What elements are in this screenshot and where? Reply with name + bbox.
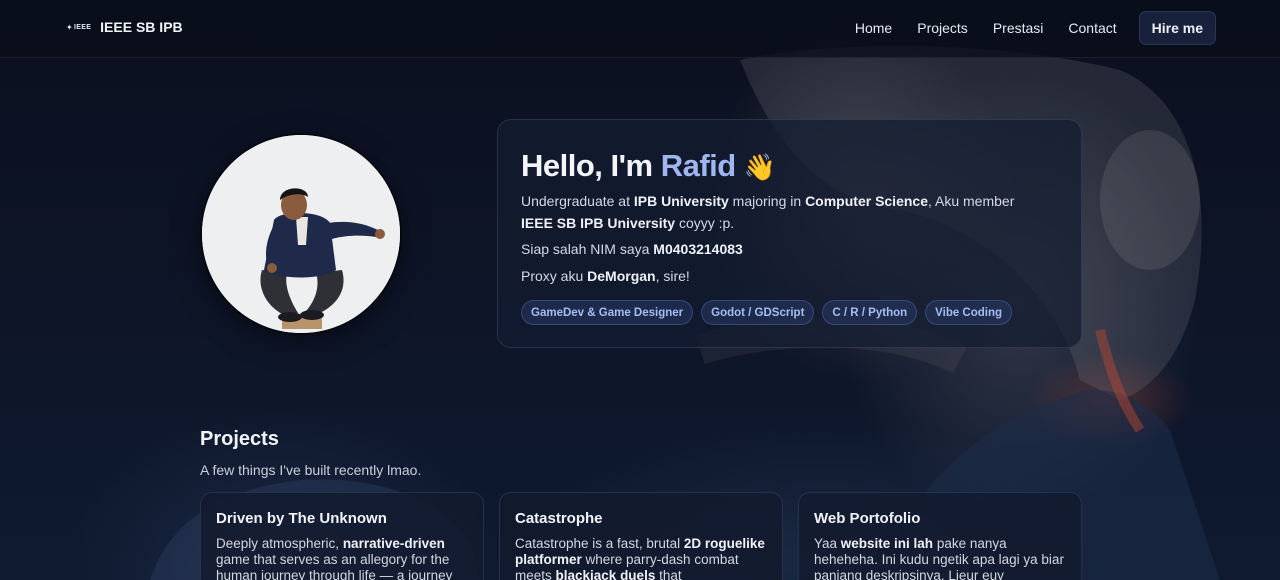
project-description: Yaa website ini lah pake nanya heheheha.… xyxy=(814,536,1064,580)
project-card-catastrophe[interactable]: Catastrophe Catastrophe is a fast, bruta… xyxy=(499,492,783,580)
project-title: Catastrophe xyxy=(515,510,603,527)
tag-languages: C / R / Python xyxy=(822,300,918,325)
nav-projects-link[interactable]: Projects xyxy=(917,11,968,45)
projects-heading: Projects xyxy=(200,428,279,450)
nav-contact-link[interactable]: Contact xyxy=(1068,11,1116,45)
brand[interactable]: ✦ IEEE IEEE SB IPB xyxy=(66,19,183,35)
greeting-heading: Hello, I'm Rafid 👋 xyxy=(521,148,776,183)
project-card-driven-by-the-unknown[interactable]: Driven by The Unknown Deeply atmospheric… xyxy=(200,492,484,580)
intro-paragraph-nim: Siap salah NIM saya M0403214083 xyxy=(521,241,743,257)
hire-me-button[interactable]: Hire me xyxy=(1138,11,1216,45)
tag-godot: Godot / GDScript xyxy=(701,300,815,325)
intro-card: Hello, I'm Rafid 👋 Undergraduate at IPB U… xyxy=(497,119,1082,348)
skill-tags: GameDev & Game Designer Godot / GDScript… xyxy=(521,300,1058,325)
brand-name: IEEE SB IPB xyxy=(100,19,183,35)
project-card-web-portofolio[interactable]: Web Portofolio Yaa website ini lah pake … xyxy=(798,492,1082,580)
project-description: Catastrophe is a fast, brutal 2D rogueli… xyxy=(515,536,765,580)
project-title: Web Portofolio xyxy=(814,510,921,527)
tag-gamedev: GameDev & Game Designer xyxy=(521,300,694,325)
projects-subtitle: A few things I've built recently lmao. xyxy=(200,462,422,478)
nav-home-link[interactable]: Home xyxy=(855,11,892,45)
project-title: Driven by The Unknown xyxy=(216,510,387,527)
intro-paragraph-study: Undergraduate at IPB University majoring… xyxy=(521,193,1015,231)
project-description: Deeply atmospheric, narrative-driven gam… xyxy=(216,536,453,580)
waving-hand-icon: 👋 xyxy=(743,152,776,182)
top-nav-bar: ✦ IEEE IEEE SB IPB Home Projects Prestasi… xyxy=(0,0,1280,58)
name-highlight: Rafid xyxy=(660,148,737,183)
main-nav: Home Projects Prestasi Contact Hire me xyxy=(830,11,1216,45)
nav-prestasi-link[interactable]: Prestasi xyxy=(993,11,1044,45)
ieee-logo: ✦ IEEE xyxy=(66,22,92,32)
intro-paragraph-proxy: Proxy aku DeMorgan, sire! xyxy=(521,267,690,284)
tag-vibe-coding: Vibe Coding xyxy=(925,300,1013,325)
profile-avatar xyxy=(202,135,400,333)
